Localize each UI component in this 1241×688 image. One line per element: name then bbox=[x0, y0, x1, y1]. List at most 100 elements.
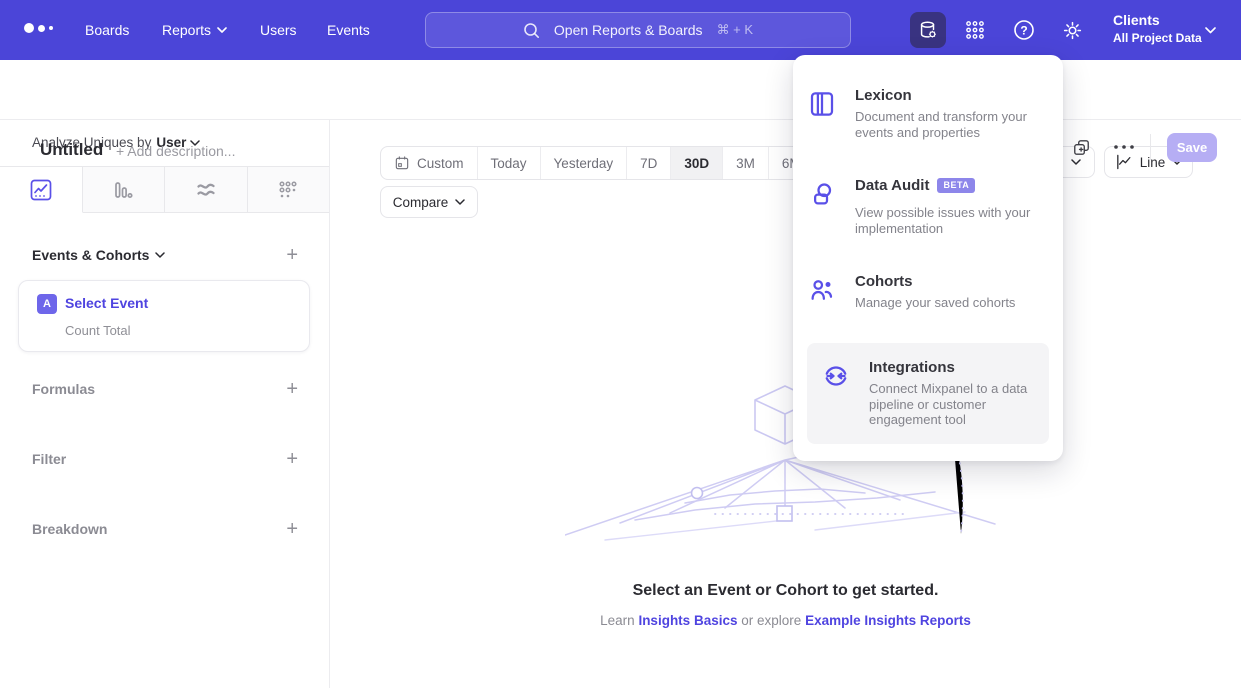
count-total-dropdown[interactable]: Count Total bbox=[65, 323, 131, 338]
chart-style-label: Line bbox=[1140, 155, 1166, 170]
event-card[interactable]: A Select Event Count Total bbox=[18, 280, 310, 352]
compare-label: Compare bbox=[393, 195, 449, 210]
line-chart-icon bbox=[1115, 154, 1133, 170]
menu-item-lexicon[interactable]: Lexicon Document and transform your even… bbox=[807, 87, 1049, 140]
lexicon-book-icon bbox=[807, 87, 839, 140]
date-range-30d-label: 30D bbox=[684, 156, 709, 171]
empty-state-title: Select an Event or Cohort to get started… bbox=[330, 582, 1241, 600]
data-audit-title: Data Audit bbox=[855, 177, 929, 194]
events-cohorts-header-row: Events & Cohorts + bbox=[32, 245, 298, 265]
project-scope: All Project Data bbox=[1113, 30, 1202, 47]
nav-boards[interactable]: Boards bbox=[85, 0, 129, 60]
date-range-yesterday[interactable]: Yesterday bbox=[541, 147, 628, 179]
more-options-button[interactable] bbox=[1113, 144, 1135, 150]
tab-flow-chart[interactable] bbox=[165, 167, 248, 213]
data-management-menu: Lexicon Document and transform your even… bbox=[793, 55, 1063, 461]
search-shortcut: ⌘ + K bbox=[717, 22, 754, 38]
events-cohorts-label: Events & Cohorts bbox=[32, 247, 149, 263]
line-chart-icon bbox=[29, 178, 53, 202]
global-search-input[interactable]: Open Reports & Boards ⌘ + K bbox=[425, 12, 851, 48]
grid-icon bbox=[964, 19, 986, 41]
date-range-7d-label: 7D bbox=[640, 156, 657, 171]
nav-users-label: Users bbox=[260, 22, 297, 38]
chevron-down-icon bbox=[217, 27, 227, 33]
lexicon-description: Document and transform your events and p… bbox=[855, 109, 1030, 140]
date-range-30d[interactable]: 30D bbox=[671, 147, 723, 179]
integrations-text: Integrations Connect Mixpanel to a data … bbox=[869, 359, 1035, 428]
data-management-button[interactable] bbox=[910, 12, 946, 48]
data-audit-text: Data Audit BETA View possible issues wit… bbox=[855, 177, 1049, 236]
question-circle-icon: ? bbox=[1012, 18, 1036, 42]
compare-dropdown[interactable]: Compare bbox=[380, 186, 478, 218]
nav-boards-label: Boards bbox=[85, 22, 129, 38]
nav-reports-label: Reports bbox=[162, 22, 211, 38]
nav-events[interactable]: Events bbox=[327, 0, 370, 60]
menu-item-data-audit[interactable]: Data Audit BETA View possible issues wit… bbox=[807, 177, 1049, 236]
chevron-down-icon bbox=[455, 199, 465, 205]
menu-item-cohorts[interactable]: Cohorts Manage your saved cohorts bbox=[807, 273, 1049, 311]
project-chevron-down-icon[interactable] bbox=[1205, 27, 1216, 34]
copy-plus-icon bbox=[1072, 138, 1091, 157]
top-nav: Boards Reports Users Events Open Reports… bbox=[0, 0, 1241, 60]
events-cohorts-dropdown[interactable]: Events & Cohorts bbox=[32, 247, 165, 263]
bar-chart-icon bbox=[111, 178, 135, 202]
add-filter-button[interactable]: + bbox=[286, 449, 298, 469]
gear-icon bbox=[1061, 19, 1084, 42]
nav-users[interactable]: Users bbox=[260, 0, 297, 60]
ellipsis-icon bbox=[1113, 144, 1135, 150]
apps-grid-button[interactable] bbox=[961, 18, 989, 42]
mixpanel-logo-icon[interactable] bbox=[24, 23, 53, 33]
empty-state-subtitle: Learn Insights Basics or explore Example… bbox=[330, 613, 1241, 628]
header-divider bbox=[1150, 134, 1151, 160]
add-event-button[interactable]: + bbox=[286, 245, 298, 265]
or-explore-text: or explore bbox=[741, 613, 801, 628]
formulas-row: Formulas + bbox=[32, 379, 298, 399]
nav-reports[interactable]: Reports bbox=[162, 0, 227, 60]
date-range-control: Custom Today Yesterday 7D 30D 3M 6M bbox=[380, 146, 815, 180]
menu-item-integrations[interactable]: Integrations Connect Mixpanel to a data … bbox=[807, 343, 1049, 444]
duplicate-button[interactable] bbox=[1072, 138, 1091, 157]
insights-basics-link[interactable]: Insights Basics bbox=[638, 613, 737, 628]
database-gear-icon bbox=[917, 19, 939, 41]
calendar-icon bbox=[394, 155, 410, 171]
add-formula-button[interactable]: + bbox=[286, 379, 298, 399]
add-breakdown-button[interactable]: + bbox=[286, 519, 298, 539]
date-range-today[interactable]: Today bbox=[478, 147, 541, 179]
cohorts-text: Cohorts Manage your saved cohorts bbox=[855, 273, 1015, 311]
lexicon-title: Lexicon bbox=[855, 87, 912, 104]
tab-bar-chart[interactable] bbox=[83, 167, 166, 213]
metric-dots-icon bbox=[276, 178, 300, 202]
date-range-yesterday-label: Yesterday bbox=[554, 156, 614, 171]
cohorts-people-icon bbox=[807, 273, 839, 311]
integrations-title: Integrations bbox=[869, 359, 955, 376]
help-button[interactable]: ? bbox=[1010, 18, 1038, 42]
date-range-custom-label: Custom bbox=[417, 156, 464, 171]
save-button[interactable]: Save bbox=[1167, 133, 1217, 162]
settings-button[interactable] bbox=[1058, 18, 1086, 42]
chevron-down-icon bbox=[155, 252, 165, 258]
select-event-button[interactable]: Select Event bbox=[65, 295, 148, 311]
tab-line-chart[interactable] bbox=[0, 167, 83, 213]
date-range-7d[interactable]: 7D bbox=[627, 147, 671, 179]
project-switcher[interactable]: Clients All Project Data bbox=[1113, 11, 1202, 47]
tab-metric[interactable] bbox=[248, 167, 330, 213]
filter-row: Filter + bbox=[32, 449, 298, 469]
data-audit-description: View possible issues with your implement… bbox=[855, 205, 1049, 236]
date-range-3m[interactable]: 3M bbox=[723, 147, 769, 179]
query-sidebar: Analyze Uniques by User bbox=[0, 120, 330, 688]
date-range-custom[interactable]: Custom bbox=[381, 147, 478, 179]
breakdown-row: Breakdown + bbox=[32, 519, 298, 539]
project-name: Clients bbox=[1113, 11, 1202, 30]
report-canvas: Custom Today Yesterday 7D 30D 3M 6M Comp… bbox=[330, 120, 1241, 688]
app-window: Boards Reports Users Events Open Reports… bbox=[0, 0, 1241, 688]
flow-stream-icon bbox=[194, 178, 218, 202]
example-insights-reports-link[interactable]: Example Insights Reports bbox=[805, 613, 971, 628]
learn-text: Learn bbox=[600, 613, 635, 628]
chart-type-tabs bbox=[0, 166, 329, 213]
chevron-down-icon bbox=[1071, 159, 1081, 165]
breakdown-label: Breakdown bbox=[32, 521, 107, 537]
svg-text:?: ? bbox=[1020, 23, 1027, 37]
add-description-field[interactable]: + Add description... bbox=[116, 143, 235, 159]
report-title[interactable]: Untitled bbox=[40, 140, 103, 160]
search-placeholder: Open Reports & Boards bbox=[554, 22, 703, 38]
